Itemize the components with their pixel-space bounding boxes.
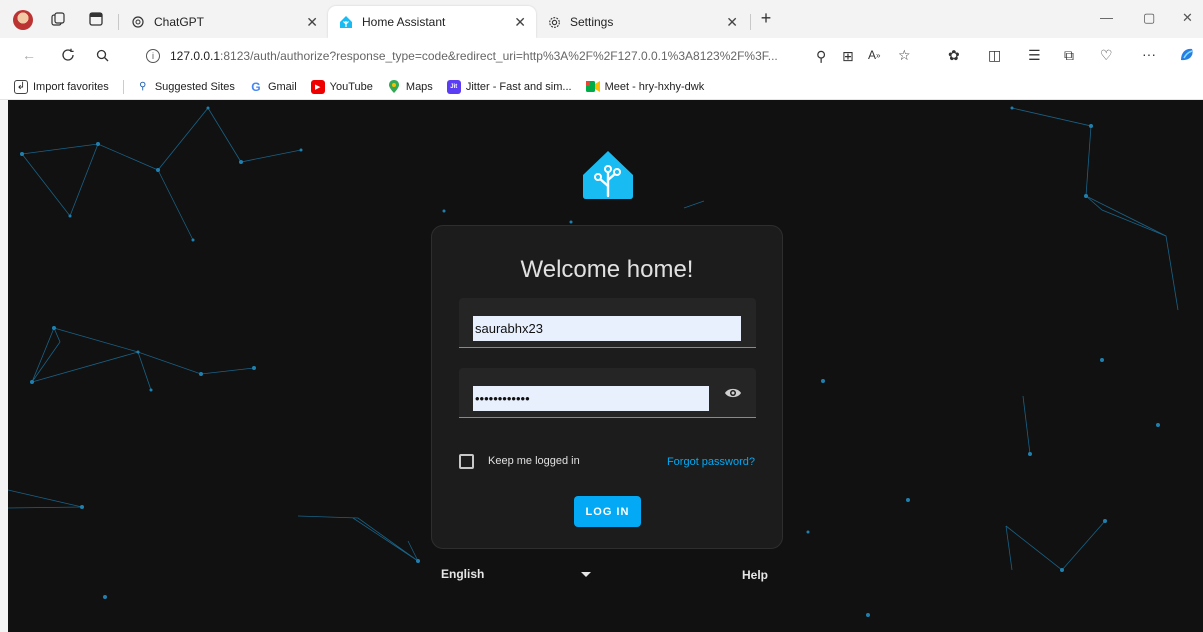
address-bar[interactable]: i 127.0.0.1:8123/auth/authorize?response… — [134, 43, 812, 69]
read-aloud-icon[interactable]: A» — [868, 48, 880, 62]
home-assistant-logo-icon — [583, 151, 633, 199]
gear-icon — [546, 14, 562, 30]
more-menu-icon[interactable]: ··· — [1142, 46, 1156, 62]
show-password-icon[interactable] — [724, 386, 742, 400]
password-input[interactable] — [473, 386, 709, 411]
performance-icon[interactable]: ♡ — [1100, 47, 1113, 64]
key-icon[interactable]: ⚲ — [816, 48, 826, 65]
profile-avatar[interactable] — [13, 10, 33, 30]
restore-icon[interactable]: ▢ — [1143, 10, 1155, 26]
password-field — [459, 368, 756, 418]
favorite-import-favorites[interactable]: ↲ Import favorites — [14, 79, 109, 94]
caret-down-icon[interactable] — [581, 572, 591, 577]
favorite-maps[interactable]: Maps — [387, 80, 433, 94]
extensions-icon[interactable]: ✿ — [948, 47, 960, 64]
tab-settings[interactable]: Settings ✕ — [536, 6, 748, 38]
login-card: Welcome home! Keep me logged in Forgot p… — [431, 225, 783, 549]
username-field — [459, 298, 756, 348]
workspaces-icon[interactable] — [50, 11, 66, 27]
close-icon[interactable]: ✕ — [306, 14, 318, 31]
login-button[interactable]: LOG IN — [574, 496, 641, 527]
close-icon[interactable]: ✕ — [514, 14, 526, 31]
url-path: :8123/auth/authorize?response_type=code&… — [220, 49, 778, 63]
username-input[interactable] — [473, 316, 741, 341]
close-window-icon[interactable]: ✕ — [1182, 10, 1193, 26]
keep-logged-in-label: Keep me logged in — [488, 455, 580, 467]
site-info-icon[interactable]: i — [146, 49, 160, 63]
tab-actions-icon[interactable] — [88, 11, 104, 27]
favorite-star-icon[interactable]: ☆ — [898, 47, 911, 64]
login-page: Welcome home! Keep me logged in Forgot p… — [8, 100, 1203, 632]
collections-icon[interactable]: ⧉ — [1064, 47, 1074, 64]
meet-icon — [585, 80, 600, 94]
minimize-icon[interactable]: — — [1100, 10, 1113, 25]
page-title: Welcome home! — [520, 256, 694, 283]
help-link[interactable]: Help — [742, 568, 768, 582]
favorite-suggested-sites[interactable]: ⚲ Suggested Sites — [136, 80, 235, 94]
tab-title: ChatGPT — [154, 15, 205, 29]
favorites-bar: ↲ Import favorites ⚲ Suggested Sites G G… — [0, 74, 1203, 100]
favorite-jitter[interactable]: Jit Jitter - Fast and sim... — [446, 79, 572, 94]
refresh-icon[interactable] — [60, 46, 76, 64]
tab-home-assistant[interactable]: Home Assistant ✕ — [328, 6, 536, 38]
tab-chatgpt[interactable]: ChatGPT ✕ — [120, 6, 328, 38]
url-host: 127.0.0.1 — [170, 49, 221, 63]
forgot-password-link[interactable]: Forgot password? — [667, 456, 755, 468]
search-icon: ⚲ — [139, 81, 147, 92]
tab-strip: ChatGPT ✕ Home Assistant ✕ Settings ✕ + … — [0, 0, 1203, 38]
tab-title: Home Assistant — [362, 15, 446, 29]
browser-toolbar: ← i 127.0.0.1:8123/auth/authorize?respon… — [0, 38, 1203, 74]
app-available-icon[interactable]: ⊞ — [842, 48, 854, 65]
split-screen-icon[interactable]: ◫ — [988, 47, 1001, 64]
google-icon: G — [251, 79, 261, 94]
favorites-list-icon[interactable]: ☰ — [1028, 47, 1041, 64]
maps-pin-icon — [387, 80, 401, 94]
favorite-youtube[interactable]: ▶ YouTube — [310, 79, 373, 94]
favorite-gmail[interactable]: G Gmail — [249, 79, 296, 94]
favorite-meet[interactable]: Meet - hry-hxhy-dwk — [585, 80, 704, 94]
search-icon[interactable] — [94, 47, 110, 63]
youtube-icon: ▶ — [310, 79, 325, 94]
keep-logged-in-checkbox[interactable] — [459, 454, 474, 469]
new-tab-icon[interactable]: + — [758, 8, 774, 28]
close-icon[interactable]: ✕ — [726, 14, 738, 31]
import-icon: ↲ — [14, 79, 28, 94]
back-icon[interactable]: ← — [22, 47, 36, 63]
tab-title: Settings — [570, 15, 614, 29]
copilot-icon[interactable] — [1178, 46, 1196, 64]
chatgpt-icon — [130, 14, 146, 30]
home-assistant-icon — [338, 14, 354, 30]
jitter-icon: Jit — [446, 79, 461, 94]
language-select[interactable]: English — [441, 567, 484, 581]
